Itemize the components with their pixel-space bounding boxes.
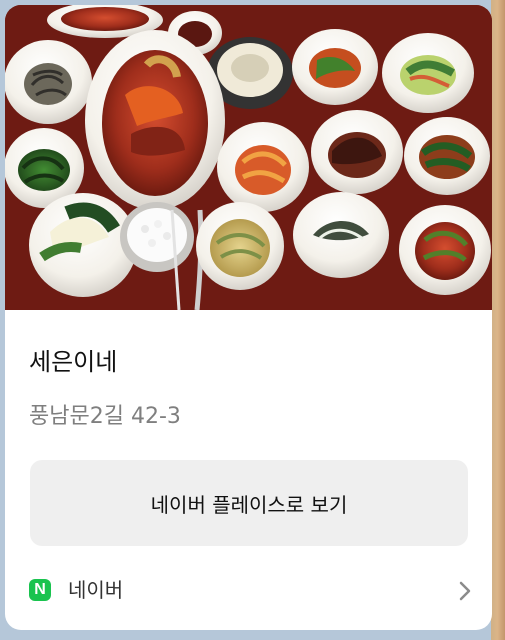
side-edge-strip [491,0,505,640]
place-title: 세은이네 [29,348,118,376]
view-naver-place-button[interactable]: 네이버 플레이스로 보기 [30,460,468,546]
provider-name: 네이버 [68,578,124,602]
naver-logo-icon: N [29,579,51,601]
provider-footer[interactable]: N 네이버 [29,574,477,610]
chevron-right-icon [459,581,471,601]
food-photo [5,5,492,310]
place-address: 풍남문2길 42-3 [29,404,181,429]
shared-place-card[interactable]: 세은이네 풍남문2길 42-3 네이버 플레이스로 보기 N 네이버 [5,5,492,630]
